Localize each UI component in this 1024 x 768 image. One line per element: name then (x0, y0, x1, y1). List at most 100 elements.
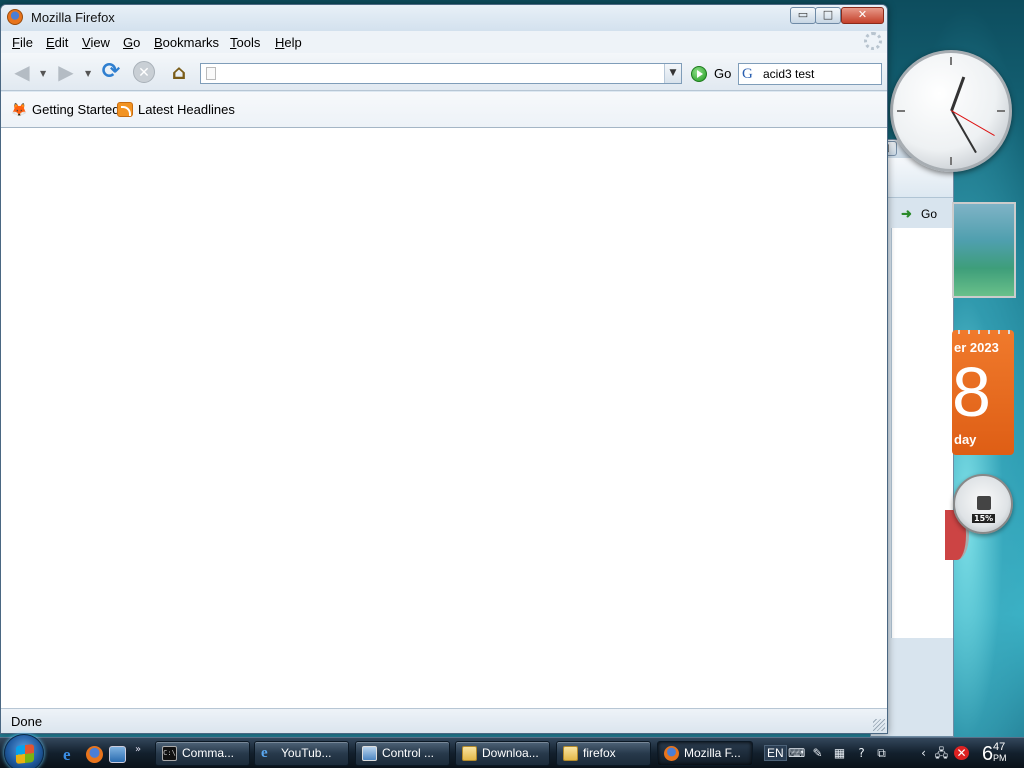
show-hidden-icons[interactable]: ‹ (916, 746, 931, 760)
page-content[interactable] (1, 128, 887, 708)
bookmarks-toolbar: 🦊 Getting Started Latest Headlines (1, 92, 887, 128)
task-downloads[interactable]: Downloa... (455, 741, 550, 766)
menu-bar: File Edit View Go Bookmarks Tools Help (1, 31, 887, 53)
menu-file-label: ile (19, 35, 33, 50)
task-control-panel[interactable]: Control ... (355, 741, 450, 766)
clock-tick (950, 157, 952, 165)
minimize-button[interactable]: ▭ (790, 7, 816, 24)
menu-file-accel: F (12, 35, 20, 50)
url-input[interactable] (221, 65, 661, 82)
task-mozilla-firefox[interactable]: Mozilla F... (657, 741, 753, 766)
task-label: Downloa... (482, 746, 539, 760)
task-firefox-folder[interactable]: firefox (556, 741, 651, 766)
quick-launch-more[interactable]: » (135, 744, 141, 755)
keyboard-icon[interactable]: ⌨ (788, 746, 805, 760)
background-window-content (891, 228, 953, 638)
bookmark-latest-headlines[interactable]: Latest Headlines (117, 102, 235, 117)
firefox-icon (664, 746, 679, 761)
taskbar: e » C:\ Comma... e YouTub... Control ...… (0, 734, 1024, 768)
forward-button[interactable]: ▶ (53, 59, 79, 85)
reload-icon: ⟳ (101, 59, 121, 84)
calendar-gadget[interactable]: er 2023 8 day (952, 330, 1014, 455)
menu-help-label: elp (284, 35, 302, 50)
menu-bookmarks-label: ookmarks (162, 35, 220, 50)
cpu-meter-gadget[interactable]: 15% (953, 474, 1013, 534)
close-button[interactable]: ✕ (841, 7, 884, 24)
language-indicator[interactable]: EN (764, 745, 787, 761)
menu-go-label: o (133, 35, 141, 50)
folder-icon (563, 746, 578, 761)
pen-icon[interactable]: ✎ (810, 746, 825, 760)
back-history-dropdown[interactable]: ▼ (40, 69, 46, 78)
go-button[interactable]: Go (691, 65, 731, 83)
help-icon[interactable]: ? (854, 746, 869, 760)
network-icon[interactable]: 🖧 (934, 746, 949, 760)
back-button[interactable]: ◀ (9, 59, 35, 85)
url-history-dropdown[interactable]: ▼ (664, 64, 681, 83)
forward-arrow-icon: ▶ (58, 60, 74, 84)
firefox-quicklaunch-icon[interactable] (86, 746, 103, 763)
bookmark-label: Latest Headlines (138, 102, 235, 117)
cpu-meter-percent: 15% (972, 514, 996, 523)
menu-go[interactable]: Go (123, 35, 140, 50)
background-go-button[interactable]: ➜ Go (897, 204, 947, 224)
menu-tools[interactable]: Tools (230, 35, 260, 50)
task-label: Mozilla F... (684, 746, 741, 760)
rss-feed-icon (117, 102, 133, 117)
reload-button[interactable]: ⟳ (98, 59, 124, 85)
go-icon (691, 66, 707, 82)
control-panel-icon (362, 746, 377, 761)
menu-help-accel: H (275, 35, 285, 50)
menu-edit-label: dit (54, 35, 69, 50)
folder-icon (462, 746, 477, 761)
window-title: Mozilla Firefox (31, 10, 115, 25)
forward-history-dropdown[interactable]: ▼ (85, 69, 91, 78)
back-arrow-icon: ◀ (14, 60, 30, 84)
clock-hour: 6 (982, 743, 994, 765)
status-bar: Done (1, 708, 887, 733)
search-bar[interactable]: G (738, 63, 882, 85)
status-text: Done (11, 714, 43, 729)
security-alert-icon[interactable]: ✕ (954, 746, 969, 760)
menu-file[interactable]: File (12, 35, 33, 50)
home-icon: ⌂ (171, 60, 187, 84)
calendar-day: 8 (952, 353, 991, 431)
clock-gadget[interactable] (890, 50, 1012, 172)
slideshow-gadget[interactable] (952, 202, 1016, 298)
start-button[interactable] (4, 734, 44, 768)
menu-view[interactable]: View (82, 35, 110, 50)
stop-button[interactable]: ✕ (133, 61, 155, 83)
task-label: Control ... (382, 746, 435, 760)
menu-view-label: iew (90, 35, 110, 50)
system-tray: EN ⌨ ✎ ▦ ? ⧉ ‹ 🖧 ✕ 6 47 PM (760, 738, 1024, 768)
clock-tick (897, 110, 905, 112)
bookmark-getting-started[interactable]: 🦊 Getting Started (11, 102, 119, 117)
memory-chip-icon (977, 496, 991, 510)
bookmark-label: Getting Started (32, 102, 120, 117)
menu-go-accel: G (123, 35, 134, 50)
menu-bookmarks[interactable]: Bookmarks (154, 35, 219, 50)
menu-help[interactable]: Help (275, 35, 302, 50)
clock-tick (997, 110, 1005, 112)
task-label: YouTub... (281, 746, 332, 760)
title-bar[interactable]: Mozilla Firefox ▭ □ ✕ (1, 5, 887, 31)
resize-grip[interactable] (873, 719, 885, 731)
search-engine-icon[interactable]: G (742, 66, 760, 82)
search-input[interactable] (763, 66, 877, 82)
task-command-prompt[interactable]: C:\ Comma... (155, 741, 250, 766)
restore-icon[interactable]: ⧉ (874, 746, 889, 760)
task-youtube[interactable]: e YouTub... (254, 741, 349, 766)
input-panel-icon[interactable]: ▦ (832, 746, 847, 760)
home-button[interactable]: ⌂ (166, 59, 192, 85)
firefox-window[interactable]: Mozilla Firefox ▭ □ ✕ File Edit View Go … (0, 4, 888, 734)
menu-tools-label: ools (236, 35, 261, 50)
menu-edit-accel: E (46, 35, 55, 50)
firefox-icon[interactable] (7, 9, 23, 25)
url-bar[interactable]: ▼ (200, 63, 682, 84)
internet-explorer-icon[interactable]: e (63, 746, 80, 763)
show-desktop-icon[interactable] (109, 746, 126, 763)
clock-tick (950, 57, 952, 65)
menu-edit[interactable]: Edit (46, 35, 68, 50)
task-label: firefox (583, 746, 616, 760)
maximize-button[interactable]: □ (815, 7, 841, 24)
